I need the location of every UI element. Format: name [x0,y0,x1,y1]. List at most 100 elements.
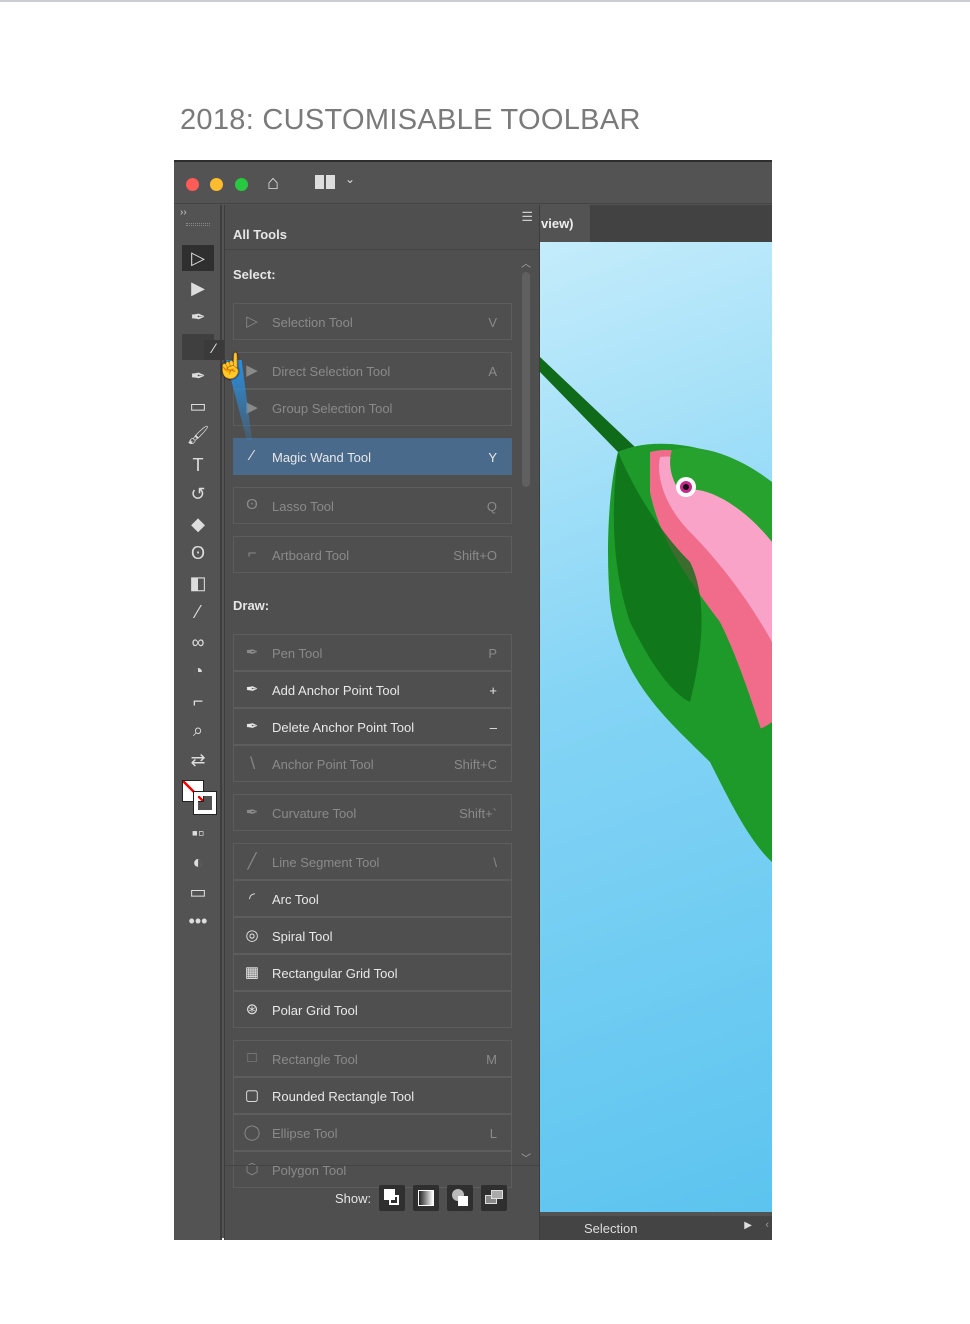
page-title: 2018: CUSTOMISABLE TOOLBAR [180,104,641,136]
rectangular-grid-icon: ▦ [244,964,260,981]
screen-mode-toggle[interactable] [481,1185,508,1211]
tool-label: Selection Tool [272,315,353,330]
tool-row[interactable]: ⁄ Magic Wand Tool Y [233,438,512,475]
tool-row[interactable]: ▶ Group Selection Tool [233,389,512,426]
artboard-canvas[interactable] [540,242,772,1212]
more-icon[interactable]: ••• [182,908,214,934]
draw-mode-icon[interactable]: ◐ [182,849,214,875]
spiral-icon: ◎ [245,927,259,944]
fill-stroke-icon[interactable] [182,780,217,815]
tool-row[interactable]: ▶ Direct Selection Tool A [233,352,512,389]
tool-row[interactable]: ╱ Line Segment Tool \ [233,843,512,880]
tool-label: Anchor Point Tool [272,757,374,772]
tool-label: Magic Wand Tool [272,450,371,465]
hand-cursor-icon: ☝ [216,353,246,380]
tool-row[interactable]: ⊛ Polar Grid Tool [233,991,512,1028]
collapse-icon[interactable]: ‹ [765,1219,769,1231]
tool-shortcut: L [489,1126,497,1141]
expand-icon[interactable]: ›› [180,207,187,218]
tool-row[interactable]: ⬡ Polygon Tool [233,1151,512,1188]
show-label: Show: [335,1190,372,1206]
tool-row[interactable]: ▦ Rectangular Grid Tool [233,954,512,991]
workspace-layout-icon[interactable] [315,175,335,189]
close-button[interactable] [186,178,199,191]
tool-row[interactable]: ▢ Rounded Rectangle Tool [233,1077,512,1114]
draw-modes-toggle[interactable] [447,1185,474,1211]
tool-shortcut: Shift+C [454,757,497,772]
screen-mode-icon[interactable]: ▭ [182,879,214,905]
tool-row[interactable]: ✒ Add Anchor Point Tool + [233,671,512,708]
shape-builder-icon[interactable]: ◔ [182,658,214,684]
paintbrush-icon[interactable]: 🖌 [182,422,214,448]
scrollbar[interactable]: ︿ ﹀ [521,255,531,1165]
type-icon[interactable]: T [182,452,214,478]
tool-row[interactable]: ▷ Selection Tool V [233,303,512,340]
tool-label: Rectangular Grid Tool [272,966,398,981]
rectangle-icon[interactable]: ▭ [182,393,214,419]
tool-shortcut: M [486,1052,497,1067]
tool-label: Lasso Tool [272,499,334,514]
eraser-icon[interactable]: ◆ [182,511,214,537]
tool-label: Polar Grid Tool [272,1003,358,1018]
lasso-zoom-icon[interactable]: ʘ [182,540,214,566]
tool-row[interactable]: ◜ Arc Tool [233,880,512,917]
blend-icon[interactable]: ∞ [182,629,214,655]
gradient-toggle[interactable] [413,1185,440,1211]
arc-icon: ◜ [249,890,255,907]
all-tools-panel: ☰ All Tools Select: ▷ Selection Tool V ▶… [224,205,540,1240]
drag-handle[interactable] [186,223,210,226]
top-divider [0,0,970,2]
tool-shortcut: A [488,364,497,379]
polar-grid-icon: ⊛ [245,1001,259,1018]
tool-label: Rectangle Tool [272,1052,358,1067]
tool-row[interactable]: ◎ Spiral Tool [233,917,512,954]
minimize-button[interactable] [210,178,223,191]
tool-shortcut: – [489,720,497,735]
document-tab[interactable]: view) [540,205,590,242]
pen-icon[interactable]: ✒ [182,304,214,330]
artboard-icon[interactable]: ⌐ [182,688,214,714]
polygon-icon: ⬡ [245,1161,259,1178]
tool-row[interactable]: ⌐ Artboard Tool Shift+O [233,536,512,573]
tool-row[interactable]: □ Rectangle Tool M [233,1040,512,1077]
rotate-icon[interactable]: ↺ [182,481,214,507]
chevron-down-icon[interactable]: ⌄ [345,172,355,186]
curvature-icon: ✒ [245,804,259,821]
color-modes-icon[interactable]: ▪▫ [182,820,214,846]
tool-row[interactable]: ✒ Delete Anchor Point Tool – [233,708,512,745]
tool-row[interactable]: ✒ Pen Tool P [233,634,512,671]
tool-label: Arc Tool [272,892,319,907]
swap-icon[interactable]: ⇄ [182,747,214,773]
status-text: Selection [584,1221,638,1236]
zoom-icon[interactable]: ⌕ [182,717,214,743]
tool-label: Group Selection Tool [272,401,393,416]
zoom-button[interactable] [235,178,248,191]
panel-title: All Tools [233,227,287,242]
tool-label: Delete Anchor Point Tool [272,720,415,735]
panel-menu-icon[interactable]: ☰ [521,209,533,225]
fill-stroke-toggle[interactable] [379,1185,406,1211]
curvature-icon[interactable]: ✒ [182,363,214,389]
tool-shortcut: V [488,315,497,330]
tool-shortcut: + [489,683,497,698]
gradient-icon[interactable]: ◧ [182,570,214,596]
play-icon[interactable]: ▶ [744,1220,752,1231]
tool-shortcut: Shift+O [453,548,497,563]
tool-row[interactable]: ◯ Ellipse Tool L [233,1114,512,1151]
hummingbird-artwork [540,357,772,862]
selection-arrow-icon[interactable]: ▷ [182,245,214,271]
selection-arrow-icon: ▷ [246,313,258,330]
tool-label: Ellipse Tool [272,1126,338,1141]
tool-shortcut: Shift+` [459,806,497,821]
direct-selection-arrow-icon[interactable]: ▶ [182,275,214,301]
rounded-rectangle-icon: ▢ [244,1087,260,1104]
magic-wand-icon: ⁄ [250,447,254,464]
tool-row[interactable]: ∖ Anchor Point Tool Shift+C [233,745,512,782]
home-icon[interactable]: ⌂ [267,172,279,195]
eyedropper-icon[interactable]: ⁄ [182,599,214,625]
tool-shortcut: Y [488,450,497,465]
add-anchor-icon: ✒ [245,681,259,698]
pen-icon: ✒ [245,644,259,661]
tool-row[interactable]: ✒ Curvature Tool Shift+` [233,794,512,831]
tool-row[interactable]: ʘ Lasso Tool Q [233,487,512,524]
